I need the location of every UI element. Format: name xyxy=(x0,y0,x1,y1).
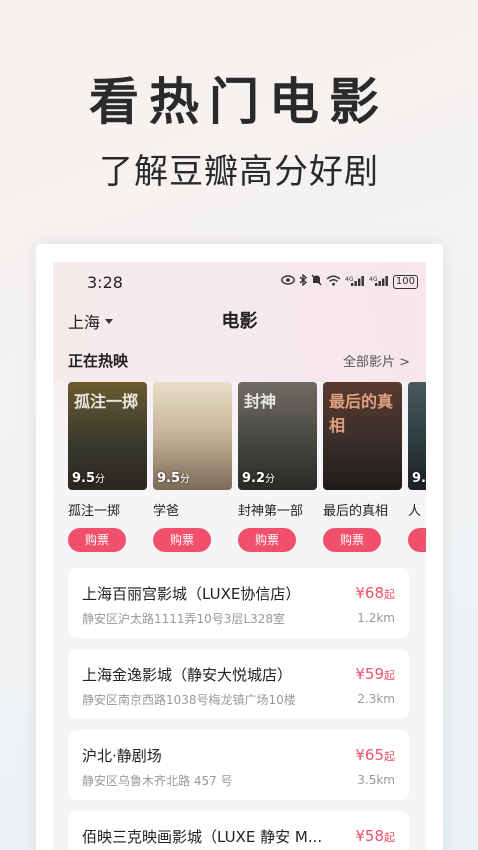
promo-subtitle: 了解豆瓣高分好剧 xyxy=(99,152,379,192)
cinema-list-item[interactable]: 沪北·静剧场 静安区乌鲁木齐北路 457 号 ¥65起 3.5km xyxy=(68,730,409,800)
buy-ticket-button[interactable]: 购票 xyxy=(238,528,296,552)
cinema-name: 沪北·静剧场 xyxy=(82,747,162,765)
movie-name: 学爸 xyxy=(153,504,180,519)
svg-text:4G: 4G xyxy=(345,276,354,283)
poster-title-art: 最后的真相 xyxy=(329,392,394,435)
cinema-address: 静安区南京西路1038号梅龙镇广场10楼 xyxy=(82,693,296,707)
page-title: 电影 xyxy=(221,311,258,332)
movie-name: 封神第一部 xyxy=(238,504,304,519)
signal-icon: 4G xyxy=(369,275,389,289)
movie-name: 人 xyxy=(408,504,422,519)
cinema-distance: 2.3km xyxy=(357,692,395,706)
cinema-address: 静安区乌鲁木齐北路 457 号 xyxy=(82,774,233,788)
movie-score: 9.7 xyxy=(412,471,426,486)
status-time: 3:28 xyxy=(87,273,123,292)
battery-icon: 100 xyxy=(392,274,418,289)
buy-ticket-button[interactable]: 购票 xyxy=(68,528,126,552)
cinema-price: ¥58起 xyxy=(355,827,395,845)
cinema-list-item[interactable]: 佰映三克映画影城（LUXE 静安 M... ¥58起 xyxy=(68,811,409,850)
bluetooth-icon xyxy=(299,273,307,289)
status-icons: 4G 4G 100 xyxy=(281,273,418,289)
movie-card[interactable]: 9.7 人 购票 xyxy=(408,382,426,552)
movie-card[interactable]: 9.5分 学爸 购票 xyxy=(153,382,232,552)
cinema-name: 上海百丽宫影城（LUXE协信店） xyxy=(82,585,301,603)
movie-card[interactable]: 最后的真相 最后的真相 购票 xyxy=(323,382,402,552)
movie-score: 9.5分 xyxy=(157,471,191,486)
buy-ticket-button[interactable]: 购票 xyxy=(323,528,381,552)
movie-score: 9.5分 xyxy=(72,471,106,486)
cinema-price: ¥65起 xyxy=(355,746,395,764)
poster-title-art: 孤注一掷 xyxy=(74,392,139,411)
section-title-now-showing: 正在热映 xyxy=(68,352,129,370)
signal-icon: 4G xyxy=(345,275,365,289)
svg-text:4G: 4G xyxy=(369,276,378,283)
movie-card[interactable]: 孤注一掷 9.5分 孤注一掷 购票 xyxy=(68,382,147,552)
phone-screen: 3:28 4G 4G 100 上海 电影 正在热映 全部影片 > 孤注一掷 9.… xyxy=(53,262,426,850)
promo-title: 看热门电影 xyxy=(89,73,389,131)
cinema-list-item[interactable]: 上海百丽宫影城（LUXE协信店） 静安区沪太路1111弄10号3层L328室 ¥… xyxy=(68,568,409,638)
cinema-distance: 1.2km xyxy=(357,611,395,625)
movie-poster[interactable]: 孤注一掷 9.5分 xyxy=(68,382,147,490)
movie-name: 孤注一掷 xyxy=(68,504,121,519)
movie-poster[interactable]: 封神 9.2分 xyxy=(238,382,317,490)
movie-card[interactable]: 封神 9.2分 封神第一部 购票 xyxy=(238,382,317,552)
cinema-address: 静安区沪太路1111弄10号3层L328室 xyxy=(82,612,286,626)
movie-poster[interactable]: 9.7 xyxy=(408,382,426,490)
buy-ticket-button[interactable]: 购票 xyxy=(153,528,211,552)
movie-score: 9.2分 xyxy=(242,471,276,486)
movie-poster[interactable]: 9.5分 xyxy=(153,382,232,490)
eye-icon xyxy=(281,275,295,288)
cinema-name: 佰映三克映画影城（LUXE 静安 M... xyxy=(82,828,323,846)
wifi-icon xyxy=(326,275,341,289)
mute-icon xyxy=(311,274,322,289)
cinema-distance: 3.5km xyxy=(357,773,395,787)
cinema-price: ¥59起 xyxy=(355,665,395,683)
movie-carousel[interactable]: 孤注一掷 9.5分 孤注一掷 购票 9.5分 学爸 购票 封神 9.2分 封神第… xyxy=(68,382,426,552)
all-movies-link[interactable]: 全部影片 > xyxy=(343,351,410,370)
cinema-list-item[interactable]: 上海金逸影城（静安大悦城店） 静安区南京西路1038号梅龙镇广场10楼 ¥59起… xyxy=(68,649,409,719)
poster-title-art: 封神 xyxy=(244,392,277,411)
movie-name: 最后的真相 xyxy=(323,504,389,519)
movie-poster[interactable]: 最后的真相 xyxy=(323,382,402,490)
cinema-name: 上海金逸影城（静安大悦城店） xyxy=(82,666,293,684)
buy-ticket-button[interactable]: 购票 xyxy=(408,528,426,552)
cinema-price: ¥68起 xyxy=(355,584,395,602)
